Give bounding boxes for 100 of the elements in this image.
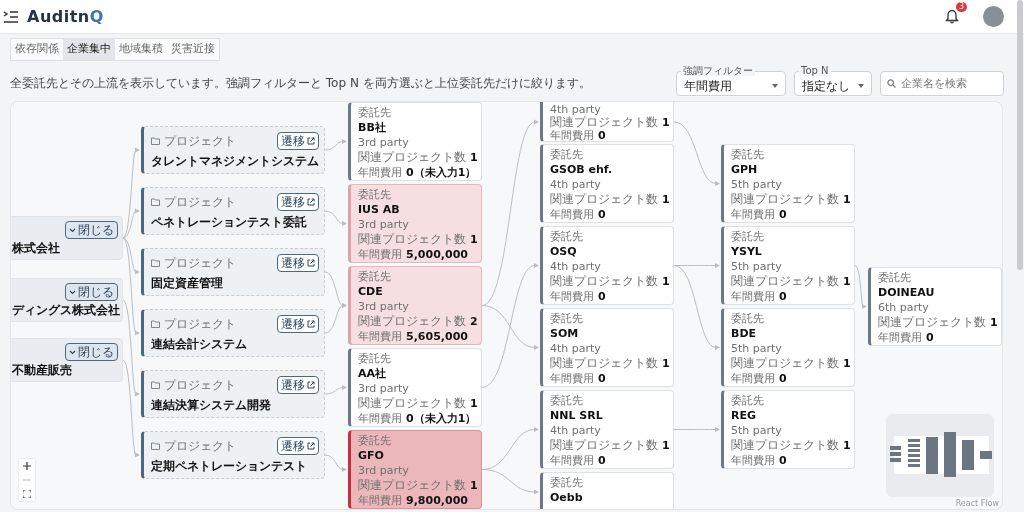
navigate-button[interactable]: 遷移 [277,193,319,211]
navigate-button[interactable]: 遷移 [277,315,319,333]
annual-cost-label: 年間費用 [550,129,594,142]
plus-icon [23,462,31,470]
scrollbar[interactable] [1017,0,1023,270]
annual-cost-label: 年間費用 [731,207,775,222]
annual-cost-value: 0（未入力1） [406,411,477,426]
party-tier-text: 3rd party [358,463,410,478]
vendor-node[interactable]: 4th party 関連プロジェクト数 1 年間費用 0 [540,102,674,142]
vendor-name: GFO [358,448,385,463]
project-count-label: 関連プロジェクト数 [731,192,839,207]
collapse-button[interactable]: 閉じる [65,221,118,239]
tab[interactable]: 地域集積 [115,39,167,60]
vendor-node[interactable]: 委託先 BB社 3rd party 関連プロジェクト数 1 年間費用 0（未入力1） [348,102,482,181]
search-field[interactable]: 企業名を検索 [880,70,1004,96]
project-count-value: 1 [662,116,670,129]
annual-cost-label: 年間費用 [550,207,594,222]
tab[interactable]: 依存関係 [11,39,63,60]
navigate-button[interactable]: 遷移 [277,376,319,394]
tab[interactable]: 災害近接 [167,39,219,60]
vendor-node[interactable]: 委託先 NNL SRL 4th party 関連プロジェクト数 1 年間費用 0 [540,390,674,469]
project-node[interactable]: プロジェクト 遷移 固定資産管理 [141,248,325,296]
connector-arrow [324,210,347,226]
minimap[interactable] [886,414,994,497]
vendor-node[interactable]: 委託先 OSQ 4th party 関連プロジェクト数 1 年間費用 0 [540,226,674,305]
bell-icon[interactable] [945,8,959,24]
connector-arrow [324,139,347,151]
vendor-node[interactable]: 委託先 GSOB ehf. 4th party 関連プロジェクト数 1 年間費用 0 [540,144,674,223]
project-count-label: 関連プロジェクト数 [550,356,658,371]
zoom-in-button[interactable] [19,459,35,473]
vendor-node[interactable]: 委託先 AA社 3rd party 関連プロジェクト数 1 年間費用 0（未入力1） [348,348,482,427]
vendor-node[interactable]: 委託先 IUS AB 3rd party 関連プロジェクト数 1 年間費用 5,000,000 [348,184,482,263]
project-node[interactable]: プロジェクト 遷移 連結決算システム開発 [141,370,325,418]
vendor-node[interactable]: 委託先 SOM 4th party 関連プロジェクト数 1 年間費用 0 [540,308,674,387]
annual-cost-value: 0 [598,129,606,142]
vendor-node[interactable]: 委託先 CDE 3rd party 関連プロジェクト数 2 年間費用 5,605,000 [348,266,482,345]
connector-arrow [324,385,347,395]
chevron-icon [69,349,76,355]
vendor-node[interactable]: 委託先 REG 5th party 関連プロジェクト数 1 年間費用 0 [721,390,855,469]
vendor-label: 委託先 [358,187,392,202]
project-count-label: 関連プロジェクト数 [731,438,839,453]
vendor-label: 委託先 [731,229,765,244]
avatar[interactable] [983,6,1004,27]
top-n-select[interactable]: Top N 指定なし [794,64,872,96]
vendor-node[interactable]: 委託先 GPH 5th party 関連プロジェクト数 1 年間費用 0 [721,144,855,223]
project-node[interactable]: プロジェクト 遷移 ペネトレーションテスト委託 [141,187,325,235]
vendor-name: NNL SRL [550,408,604,423]
party-tier-text: 5th party [731,423,783,438]
party-tier-text: 3rd party [358,135,410,150]
fit-view-button[interactable] [19,487,35,501]
emphasis-filter-select[interactable]: 強調フィルター 年間費用 [676,64,786,96]
vendor-node[interactable]: 委託先 YSYL 5th party 関連プロジェクト数 1 年間費用 0 [721,226,855,305]
project-count-value: 1 [470,150,478,165]
party-tier-text: 4th party [550,341,602,356]
project-count-label: 関連プロジェクト数 [550,116,658,129]
collapse-button[interactable]: 閉じる [65,343,118,361]
project-label: プロジェクト [151,254,236,272]
annual-cost-value: 0 [926,330,934,345]
annual-cost-label: 年間費用 [550,289,594,304]
chevron-icon [69,289,76,295]
navigate-button[interactable]: 遷移 [277,132,319,150]
connector-arrow [324,454,347,472]
project-name: 固定資産管理 [151,275,224,292]
navigate-button[interactable]: 遷移 [277,437,319,455]
project-count-label: 関連プロジェクト数 [731,356,839,371]
project-label: プロジェクト [151,193,236,211]
company-node[interactable]: 閉じる 不動産販売 [11,338,123,382]
minus-icon [23,479,31,481]
company-node[interactable]: 閉じる 株式会社 [11,216,123,260]
company-name: ディングス株式会社 [12,303,120,317]
vendor-node[interactable]: 委託先 DOINEAU 6th party 関連プロジェクト数 1 年間費用 0 [868,267,1002,346]
vendor-label: 委託先 [358,433,392,448]
project-label: プロジェクト [151,132,236,150]
vendor-label: 委託先 [878,270,912,285]
party-tier-text: 4th party [550,259,602,274]
vendor-label: 委託先 [731,393,765,408]
vendor-label: 委託先 [731,147,765,162]
annual-cost-value: 0 [779,207,787,222]
vendor-node[interactable]: 委託先 BDE 5th party 関連プロジェクト数 1 年間費用 0 [721,308,855,387]
annual-cost-value: 0 [779,289,787,304]
vendor-node[interactable]: 委託先 GFO 3rd party 関連プロジェクト数 1 年間費用 9,800,000 [348,430,482,509]
annual-cost-value: 0（未入力1） [406,165,477,180]
party-tier-text: 3rd party [358,299,410,314]
project-node[interactable]: プロジェクト 遷移 定期ペネトレーションテスト [141,431,325,479]
navigate-button[interactable]: 遷移 [277,254,319,272]
annual-cost-value: 0 [598,289,606,304]
vendor-name: IUS AB [358,202,401,217]
company-node[interactable]: 閉じる ディングス株式会社 [11,278,123,322]
vendor-label: 委託先 [550,475,584,490]
vendor-name: BB社 [358,120,387,135]
collapse-button[interactable]: 閉じる [65,283,118,301]
external-link-icon [307,137,315,145]
menu-icon[interactable] [3,10,19,23]
vendor-node[interactable]: 委託先 Oebb [540,472,674,509]
vendor-label: 委託先 [358,269,392,284]
project-node[interactable]: プロジェクト 遷移 タレントマネジメントシステム [141,126,325,174]
tab[interactable]: 企業集中 [63,39,115,60]
project-node[interactable]: プロジェクト 遷移 連結会計システム [141,309,325,357]
project-count-label: 関連プロジェクト数 [358,478,466,493]
notification-count: 3 [955,2,967,13]
